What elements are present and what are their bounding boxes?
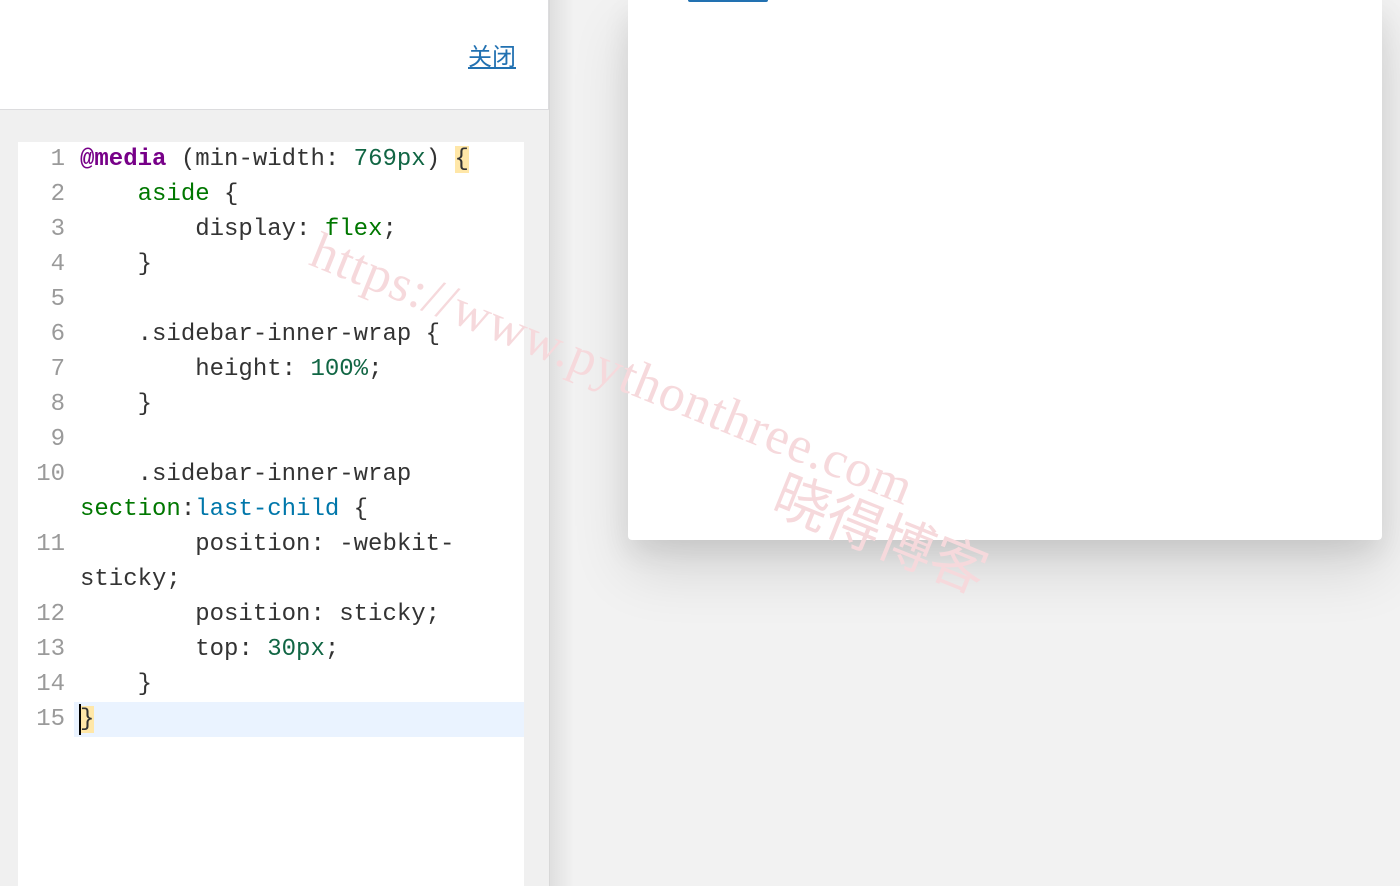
active-tab-indicator [688, 0, 768, 2]
preview-panel [550, 0, 1400, 886]
left-panel: 关闭 123456789101112131415 @media (min-wid… [0, 0, 550, 886]
close-link[interactable]: 关闭 [468, 37, 516, 72]
editor-container: 123456789101112131415 @media (min-width:… [0, 110, 549, 886]
scrollbar-rail[interactable] [550, 0, 574, 886]
line-number-gutter: 123456789101112131415 [18, 142, 74, 886]
code-area[interactable]: @media (min-width: 769px) { aside { disp… [74, 142, 524, 886]
panel-header: 关闭 [0, 0, 549, 110]
code-editor[interactable]: 123456789101112131415 @media (min-width:… [18, 142, 524, 886]
preview-card [628, 0, 1382, 540]
